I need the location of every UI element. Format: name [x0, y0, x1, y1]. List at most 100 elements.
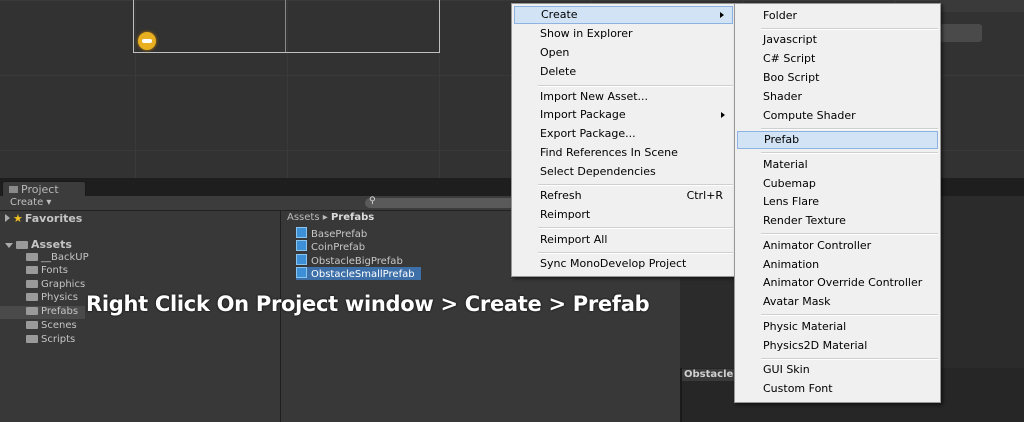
folder-icon	[26, 321, 38, 329]
asset-item[interactable]: CoinPrefab	[296, 240, 365, 253]
assets-label: Assets	[31, 238, 72, 251]
tree-favorites[interactable]: ★ Favorites	[5, 212, 82, 225]
submenu-item-avatar-mask[interactable]: Avatar Mask	[737, 293, 938, 311]
submenu-arrow-icon	[720, 12, 724, 18]
menu-item-sync-monodevelop[interactable]: Sync MonoDevelop Project	[514, 255, 733, 273]
submenu-item-material[interactable]: Material	[737, 156, 938, 174]
menu-separator	[761, 128, 938, 130]
asset-item[interactable]: BasePrefab	[296, 227, 367, 240]
folder-icon	[26, 280, 38, 288]
menu-item-select-dependencies[interactable]: Select Dependencies	[514, 163, 733, 181]
submenu-item-shader[interactable]: Shader	[737, 88, 938, 106]
tree-folder-backup[interactable]: __BackUP	[26, 252, 89, 265]
tree-folder-fonts[interactable]: Fonts	[26, 265, 68, 278]
submenu-item-animation[interactable]: Animation	[737, 256, 938, 274]
submenu-item-compute-shader[interactable]: Compute Shader	[737, 107, 938, 125]
folder-icon	[26, 253, 38, 261]
folder-label: Graphics	[41, 279, 86, 290]
submenu-item-boo-script[interactable]: Boo Script	[737, 69, 938, 87]
menu-item-label: Lens Flare	[763, 195, 820, 208]
tree-assets[interactable]: Assets	[5, 238, 72, 251]
submenu-item-lens-flare[interactable]: Lens Flare	[737, 193, 938, 211]
menu-item-label: Javascript	[763, 33, 817, 46]
folder-icon	[26, 307, 38, 315]
menu-separator	[538, 252, 733, 254]
prefab-icon	[296, 254, 307, 265]
tree-folder-graphics[interactable]: Graphics	[26, 279, 85, 292]
submenu-item-render-texture[interactable]: Render Texture	[737, 212, 938, 230]
folder-label: Scenes	[41, 320, 77, 331]
coin-gizmo-icon[interactable]	[138, 32, 156, 50]
menu-item-label: Material	[763, 158, 808, 171]
menu-item-import-new-asset[interactable]: Import New Asset...	[514, 88, 733, 106]
tab-project-label: Project	[21, 183, 59, 196]
menu-item-export-package[interactable]: Export Package...	[514, 125, 733, 143]
menu-item-label: GUI Skin	[763, 363, 810, 376]
menu-item-label: Avatar Mask	[763, 295, 831, 308]
menu-item-label: Reimport All	[540, 233, 608, 246]
menu-item-label: Prefab	[764, 133, 800, 146]
asset-label: ObstacleBigPrefab	[311, 256, 403, 267]
prefab-icon	[296, 227, 307, 238]
menu-item-label: Find References In Scene	[540, 146, 678, 159]
prefab-icon	[296, 240, 307, 251]
folder-label: Scripts	[41, 334, 76, 345]
menu-item-refresh[interactable]: Refresh Ctrl+R	[514, 187, 733, 205]
inspector-strip	[940, 0, 1024, 12]
menu-item-show-in-explorer[interactable]: Show in Explorer	[514, 25, 733, 43]
collapse-triangle-icon[interactable]	[5, 214, 10, 222]
menu-item-label: Import New Asset...	[540, 90, 649, 103]
menu-item-open[interactable]: Open	[514, 44, 733, 62]
menu-item-reimport-all[interactable]: Reimport All	[514, 231, 733, 249]
menu-item-create[interactable]: Create	[514, 6, 733, 24]
folder-icon	[26, 293, 38, 301]
create-dropdown[interactable]: Create ▾	[10, 197, 51, 208]
menu-item-label: Reimport	[540, 208, 591, 221]
submenu-item-cubemap[interactable]: Cubemap	[737, 175, 938, 193]
menu-item-delete[interactable]: Delete	[514, 63, 733, 81]
folder-icon	[26, 266, 38, 274]
submenu-arrow-icon	[721, 112, 725, 118]
asset-item[interactable]: ObstacleBigPrefab	[296, 254, 403, 267]
tree-folder-physics[interactable]: Physics	[26, 292, 78, 305]
expand-triangle-icon[interactable]	[5, 243, 13, 248]
submenu-item-csharp-script[interactable]: C# Script	[737, 50, 938, 68]
menu-item-label: Boo Script	[763, 71, 820, 84]
breadcrumb-root[interactable]: Assets	[287, 212, 320, 223]
create-submenu: Folder Javascript C# Script Boo Script S…	[734, 3, 941, 403]
search-input[interactable]: ⚲	[365, 196, 515, 208]
menu-item-reimport[interactable]: Reimport	[514, 206, 733, 224]
menu-item-label: Export Package...	[540, 127, 636, 140]
submenu-item-physic-material[interactable]: Physic Material	[737, 318, 938, 336]
folder-icon	[26, 335, 38, 343]
shortcut-label: Ctrl+R	[686, 189, 723, 202]
tree-folder-prefabs[interactable]: Prefabs	[0, 306, 85, 319]
inspector-button[interactable]	[940, 24, 982, 42]
menu-item-label: Animator Override Controller	[763, 276, 923, 289]
submenu-item-custom-font[interactable]: Custom Font	[737, 380, 938, 398]
tree-folder-scripts[interactable]: Scripts	[26, 334, 75, 347]
submenu-item-folder[interactable]: Folder	[737, 7, 938, 25]
submenu-item-animator-override-controller[interactable]: Animator Override Controller	[737, 274, 938, 292]
submenu-item-animator-controller[interactable]: Animator Controller	[737, 237, 938, 255]
submenu-item-physics2d-material[interactable]: Physics2D Material	[737, 337, 938, 355]
menu-item-label: Delete	[540, 65, 577, 78]
asset-item-selected[interactable]: ObstacleSmallPrefab	[296, 267, 421, 280]
menu-item-label: Compute Shader	[763, 109, 856, 122]
menu-item-import-package[interactable]: Import Package	[514, 106, 733, 124]
submenu-item-prefab[interactable]: Prefab	[737, 131, 938, 149]
menu-separator	[761, 28, 938, 30]
scene-center-line	[285, 0, 286, 52]
submenu-item-javascript[interactable]: Javascript	[737, 31, 938, 49]
folder-label: __BackUP	[41, 252, 89, 263]
preview-header: Obstacle	[682, 369, 736, 381]
menu-item-label: Create	[541, 8, 578, 21]
context-menu: Create Show in Explorer Open Delete Impo…	[511, 3, 736, 277]
breadcrumb-current[interactable]: Prefabs	[331, 212, 374, 223]
favorites-label: Favorites	[24, 212, 83, 225]
breadcrumb-separator: ▸	[322, 212, 328, 223]
menu-item-label: Import Package	[540, 108, 626, 121]
submenu-item-gui-skin[interactable]: GUI Skin	[737, 361, 938, 379]
menu-item-find-references[interactable]: Find References In Scene	[514, 144, 733, 162]
tree-folder-scenes[interactable]: Scenes	[26, 320, 77, 333]
